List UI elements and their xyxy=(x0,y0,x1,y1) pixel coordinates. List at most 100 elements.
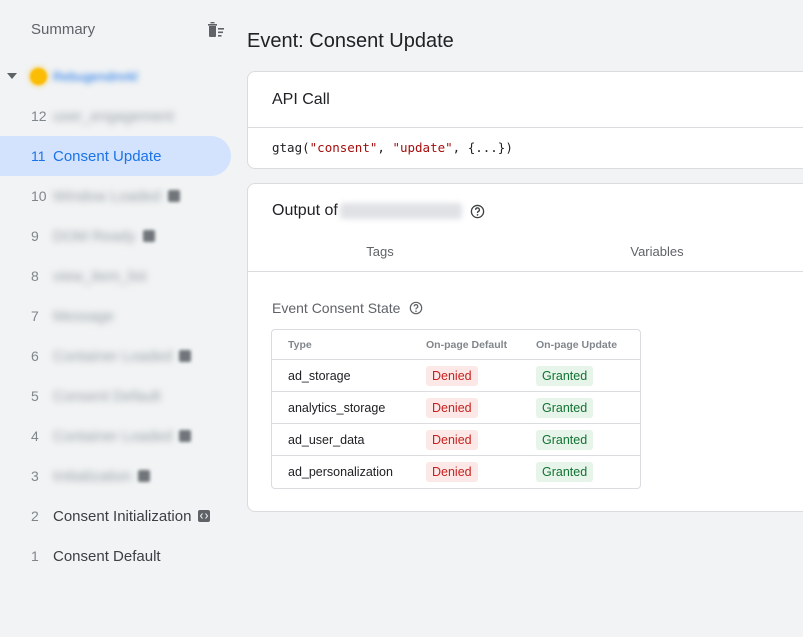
event-number: 6 xyxy=(31,348,39,364)
summary-title[interactable]: Summary xyxy=(31,21,95,38)
consent-type: ad_user_data xyxy=(272,424,410,456)
event-label: Consent Default xyxy=(53,547,161,565)
event-number: 4 xyxy=(31,428,39,444)
event-label: Window Loaded xyxy=(53,187,161,205)
event-label: Container Loaded xyxy=(53,427,173,445)
header-update: On-page Update xyxy=(520,330,640,360)
tab-variables[interactable]: Variables xyxy=(512,232,802,271)
output-header: Output of xyxy=(272,202,486,220)
sidebar: Summary Rebugendmrkl 12 user_engagement 11… xyxy=(0,0,235,637)
event-number: 3 xyxy=(31,468,39,484)
code-tag-icon xyxy=(179,350,192,362)
code-arg-update: "update" xyxy=(392,140,453,155)
event-number: 1 xyxy=(31,548,39,564)
default-cell: Denied xyxy=(410,456,520,488)
granted-badge: Granted xyxy=(536,429,594,450)
code-prefix: gtag( xyxy=(272,140,310,155)
page-status-icon xyxy=(30,67,47,85)
header-type: Type xyxy=(272,330,410,360)
consent-type: ad_personalization xyxy=(288,465,393,479)
consent-state-header: Event Consent State xyxy=(272,300,424,316)
api-call-code: gtag("consent", "update", {...}) xyxy=(248,128,803,155)
update-cell: Granted xyxy=(520,392,640,424)
event-label: Consent Update xyxy=(53,147,162,165)
output-container-id xyxy=(339,203,462,219)
help-icon[interactable] xyxy=(470,203,486,219)
code-tag-icon xyxy=(142,230,155,242)
code-tag-icon xyxy=(167,190,180,202)
code-arg-consent: "consent" xyxy=(309,140,378,155)
consent-type: analytics_storage xyxy=(272,392,410,424)
event-item[interactable]: 3 Initialization xyxy=(0,456,231,496)
caret-down-icon[interactable] xyxy=(6,70,18,82)
code-separator: , xyxy=(377,140,393,155)
event-label: Initialization xyxy=(53,467,132,485)
granted-badge: Granted xyxy=(536,397,594,418)
delete-all-icon[interactable] xyxy=(204,19,226,39)
event-item[interactable]: 7 Message xyxy=(0,296,231,336)
event-number: 7 xyxy=(31,308,39,324)
output-card: Output of Tags Variables Event Consent S… xyxy=(247,183,803,512)
update-cell: Granted xyxy=(520,424,640,456)
event-label: view_item_list xyxy=(53,267,147,285)
default-cell: Denied xyxy=(410,360,520,392)
event-label: Message xyxy=(53,307,114,325)
api-call-card: API Call gtag("consent", "update", {...}… xyxy=(247,71,803,169)
event-item[interactable]: 8 view_item_list xyxy=(0,256,231,296)
header-default: On-page Default xyxy=(410,330,520,360)
consent-type: ad_storage xyxy=(272,360,410,392)
event-number: 5 xyxy=(31,388,39,404)
event-item[interactable]: 12 user_engagement xyxy=(0,96,231,136)
api-call-title: API Call xyxy=(248,72,803,128)
code-tag-icon xyxy=(138,470,151,482)
output-title: Output of xyxy=(272,202,338,219)
event-number: 2 xyxy=(31,508,39,524)
event-item[interactable]: 11 Consent Update xyxy=(0,136,231,176)
denied-badge: Denied xyxy=(426,365,478,386)
denied-badge: Denied xyxy=(426,462,478,482)
tab-tags[interactable]: Tags xyxy=(248,232,512,271)
event-number: 11 xyxy=(31,148,46,164)
consent-state-title: Event Consent State xyxy=(272,300,401,316)
event-number: 12 xyxy=(31,108,47,124)
update-cell: Granted xyxy=(520,360,640,392)
code-tag-icon xyxy=(198,510,211,522)
consent-table-body: ad_storage Denied Granted analytics_storage… xyxy=(272,360,640,488)
event-label: user_engagement xyxy=(53,107,174,125)
event-item[interactable]: 4 Container Loaded xyxy=(0,416,231,456)
table-row: ad_storage Denied Granted xyxy=(272,360,640,392)
output-tabs: Tags Variables xyxy=(248,232,803,272)
sidebar-header: Summary xyxy=(31,18,226,40)
event-item[interactable]: 1 Consent Default xyxy=(0,536,231,576)
table-row: analytics_storage Denied Granted xyxy=(272,392,640,424)
granted-badge: Granted xyxy=(536,365,594,386)
table-row: ad_personalization Denied Granted xyxy=(272,456,640,488)
page-title: Event: Consent Update xyxy=(247,30,454,52)
code-suffix: , {...}) xyxy=(452,140,513,155)
consent-table-header-row: Type On-page Default On-page Update xyxy=(272,330,640,360)
denied-badge: Denied xyxy=(426,397,478,418)
event-label: Consent Default xyxy=(53,387,161,405)
default-cell: Denied xyxy=(410,392,520,424)
event-item[interactable]: 6 Container Loaded xyxy=(0,336,231,376)
event-item[interactable]: 9 DOM Ready xyxy=(0,216,231,256)
event-label: DOM Ready xyxy=(53,227,136,245)
code-tag-icon xyxy=(179,430,192,442)
main-panel: Event: Consent Update API Call gtag("con… xyxy=(247,0,803,637)
page-label: Rebugendmrkl xyxy=(53,68,138,84)
event-label: Consent Initialization xyxy=(53,507,192,525)
event-number: 10 xyxy=(31,188,47,204)
event-item[interactable]: 5 Consent Default xyxy=(0,376,231,416)
denied-badge: Denied xyxy=(426,429,478,450)
consent-table: Type On-page Default On-page Update ad_s… xyxy=(271,329,641,489)
page-row[interactable]: Rebugendmrkl xyxy=(0,63,231,89)
granted-badge: Granted xyxy=(536,462,594,482)
event-item[interactable]: 10 Window Loaded xyxy=(0,176,231,216)
event-label: Container Loaded xyxy=(53,347,173,365)
event-item[interactable]: 2 Consent Initialization xyxy=(0,496,231,536)
consent-help-icon[interactable] xyxy=(408,300,424,316)
default-cell: Denied xyxy=(410,424,520,456)
event-list: 12 user_engagement 11 Consent Update 10 Windo… xyxy=(0,96,231,576)
update-cell: Granted xyxy=(520,456,640,488)
event-number: 8 xyxy=(31,268,39,284)
